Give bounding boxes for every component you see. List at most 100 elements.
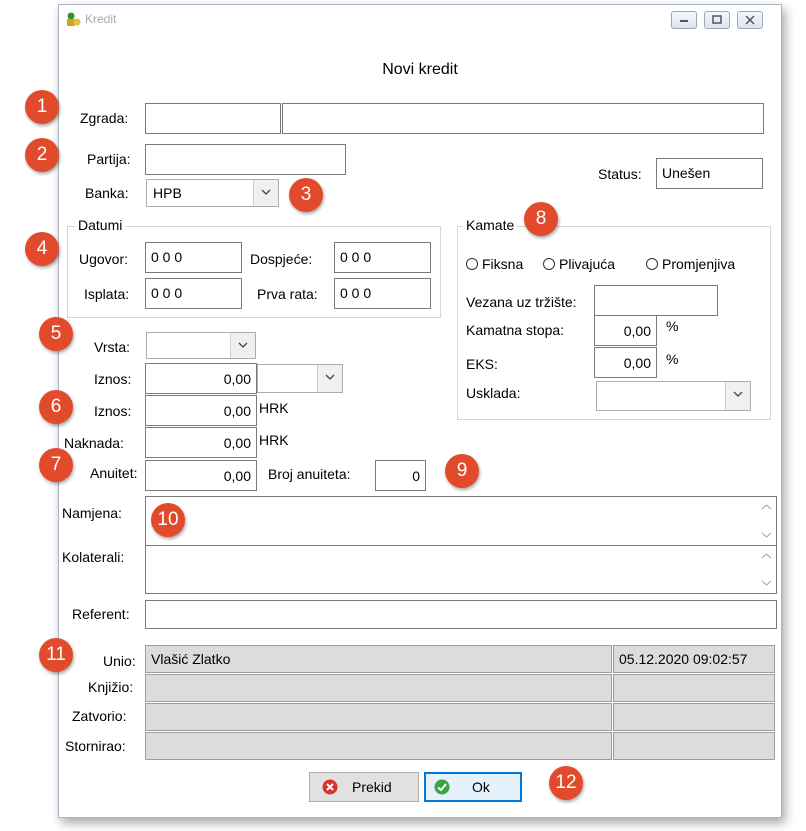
chevron-down-icon bbox=[261, 189, 271, 195]
isplata-date-input[interactable]: 0 0 0 bbox=[145, 278, 242, 309]
callout-badge-6: 6 bbox=[39, 390, 73, 424]
iznos1-input[interactable]: 0,00 bbox=[145, 363, 257, 394]
kolaterali-scrollbar[interactable] bbox=[758, 547, 775, 592]
radio-fiksna[interactable]: Fiksna bbox=[466, 256, 523, 272]
valuta-select[interactable] bbox=[257, 364, 343, 393]
zatvorio-time-field bbox=[613, 703, 775, 731]
callout-badge-9: 9 bbox=[445, 454, 479, 488]
isplata-label: Isplata: bbox=[84, 286, 130, 302]
prva-rata-date-input[interactable]: 0 0 0 bbox=[334, 278, 431, 309]
referent-label: Referent: bbox=[72, 606, 130, 622]
knjizio-name-field bbox=[145, 674, 612, 702]
vezana-label: Vezana uz tržište: bbox=[466, 294, 577, 310]
naknada-input[interactable]: 0,00 bbox=[145, 427, 257, 458]
cancel-icon bbox=[322, 779, 338, 795]
anuitet-input[interactable]: 0,00 bbox=[145, 460, 257, 491]
callout-badge-5: 5 bbox=[39, 317, 73, 351]
broj-anuiteta-input[interactable]: 0 bbox=[375, 460, 426, 491]
callout-badge-12: 12 bbox=[549, 766, 583, 800]
partija-label: Partija: bbox=[87, 151, 131, 167]
radio-promjenjiva[interactable]: Promjenjiva bbox=[646, 256, 735, 272]
eks-input[interactable]: 0,00 bbox=[594, 347, 657, 378]
title-bar: Kredit bbox=[59, 5, 781, 35]
namjena-label: Namjena: bbox=[62, 505, 122, 521]
maximize-icon bbox=[712, 15, 722, 24]
radio-fiksna-label: Fiksna bbox=[482, 256, 524, 272]
zgrada-code-input[interactable] bbox=[145, 103, 281, 134]
partija-input[interactable] bbox=[145, 144, 346, 175]
vrsta-dropdown-button[interactable] bbox=[230, 333, 255, 358]
iznos1-label: Iznos: bbox=[94, 371, 132, 387]
radio-circle-icon bbox=[543, 258, 555, 270]
close-button[interactable] bbox=[737, 11, 763, 29]
check-icon bbox=[434, 779, 450, 795]
valuta-dropdown-button[interactable] bbox=[317, 365, 342, 392]
prekid-label: Prekid bbox=[352, 779, 392, 795]
radio-plivajuca[interactable]: Plivajuća bbox=[543, 256, 615, 272]
ok-label: Ok bbox=[472, 779, 490, 795]
usklada-select[interactable] bbox=[596, 381, 751, 411]
knjizio-time-field bbox=[613, 674, 775, 702]
callout-badge-10: 10 bbox=[151, 503, 185, 537]
prekid-button[interactable]: Prekid bbox=[309, 772, 419, 802]
status-label: Status: bbox=[598, 166, 642, 182]
vrsta-select[interactable] bbox=[146, 332, 256, 359]
unio-time-field: 05.12.2020 09:02:57 bbox=[613, 645, 775, 673]
banka-dropdown-button[interactable] bbox=[253, 180, 278, 206]
kamatna-stopa-label: Kamatna stopa: bbox=[466, 322, 565, 338]
maximize-button[interactable] bbox=[704, 11, 730, 29]
chevron-down-icon bbox=[761, 532, 772, 538]
callout-badge-4: 4 bbox=[25, 232, 59, 266]
window-title: Kredit bbox=[85, 12, 117, 26]
kolaterali-textarea[interactable] bbox=[145, 545, 777, 594]
referent-input[interactable] bbox=[145, 600, 777, 629]
zatvorio-name-field bbox=[145, 703, 612, 731]
radio-promjenjiva-label: Promjenjiva bbox=[662, 256, 736, 272]
chevron-down-icon bbox=[761, 580, 772, 586]
iznos2-unit: HRK bbox=[259, 400, 289, 416]
chevron-down-icon bbox=[733, 391, 743, 397]
banka-value: HPB bbox=[153, 185, 182, 201]
dospjece-date-input[interactable]: 0 0 0 bbox=[334, 242, 431, 273]
unio-label: Unio: bbox=[103, 653, 136, 669]
dospjece-label: Dospjeće: bbox=[250, 251, 313, 267]
zgrada-label: Zgrada: bbox=[80, 110, 129, 126]
stornirao-label: Stornirao: bbox=[65, 738, 126, 754]
ok-button[interactable]: Ok bbox=[424, 772, 522, 802]
knjizio-label: Knjižio: bbox=[88, 679, 134, 695]
chevron-down-icon bbox=[325, 374, 335, 380]
minimize-button[interactable] bbox=[671, 11, 697, 29]
callout-badge-2: 2 bbox=[25, 138, 59, 172]
naknada-unit: HRK bbox=[259, 432, 289, 448]
minimize-icon bbox=[680, 20, 688, 22]
zgrada-name-input[interactable] bbox=[282, 103, 764, 134]
stornirao-time-field bbox=[613, 732, 775, 760]
ugovor-date-input[interactable]: 0 0 0 bbox=[145, 242, 242, 273]
broj-anuiteta-label: Broj anuiteta: bbox=[268, 466, 351, 482]
naknada-label: Naknada: bbox=[64, 435, 124, 451]
callout-badge-1: 1 bbox=[25, 90, 59, 124]
iznos2-input: 0,00 bbox=[145, 395, 257, 426]
chevron-up-icon bbox=[761, 504, 772, 510]
callout-badge-11: 11 bbox=[39, 638, 73, 672]
banka-select[interactable]: HPB bbox=[146, 179, 279, 207]
iznos2-label: Iznos: bbox=[94, 403, 132, 419]
kamatna-stopa-input[interactable]: 0,00 bbox=[594, 315, 657, 346]
namjena-scrollbar[interactable] bbox=[758, 498, 775, 544]
namjena-textarea[interactable] bbox=[145, 496, 777, 546]
radio-circle-icon bbox=[466, 258, 478, 270]
ugovor-label: Ugovor: bbox=[79, 251, 129, 267]
usklada-dropdown-button[interactable] bbox=[725, 382, 750, 410]
status-field: Unešen bbox=[656, 158, 763, 189]
kamate-legend: Kamate bbox=[463, 217, 518, 233]
app-icon bbox=[67, 12, 81, 26]
eks-unit: % bbox=[666, 351, 679, 367]
datumi-legend: Datumi bbox=[75, 217, 126, 233]
stornirao-name-field bbox=[145, 732, 612, 760]
callout-badge-7: 7 bbox=[39, 448, 73, 482]
vezana-input[interactable] bbox=[594, 285, 718, 316]
chevron-down-icon bbox=[238, 342, 248, 348]
radio-plivajuca-label: Plivajuća bbox=[559, 256, 616, 272]
prva-rata-label: Prva rata: bbox=[257, 286, 318, 302]
page-title: Novi kredit bbox=[382, 61, 458, 78]
